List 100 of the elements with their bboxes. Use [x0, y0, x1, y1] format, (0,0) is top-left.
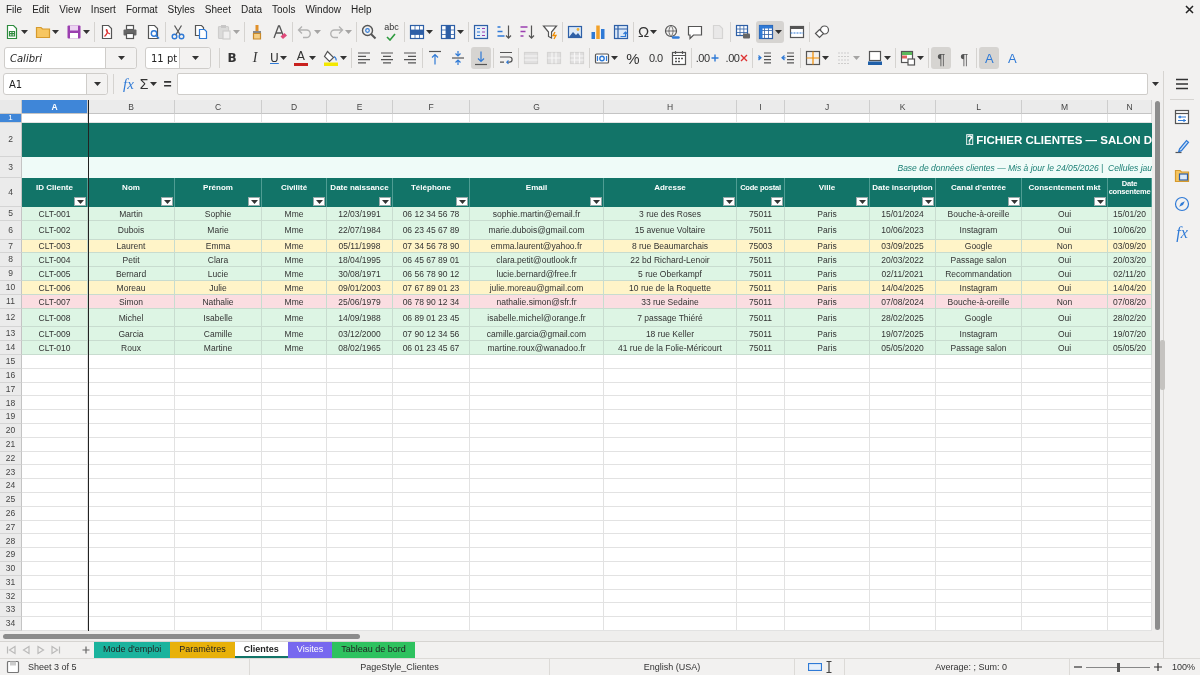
- menu-item[interactable]: Sheet: [199, 2, 236, 16]
- empty-cell[interactable]: [737, 492, 785, 507]
- empty-cell[interactable]: [470, 410, 604, 424]
- menu-item[interactable]: File: [1, 2, 28, 16]
- empty-cell[interactable]: [604, 561, 737, 576]
- font-color-button[interactable]: A: [291, 47, 318, 69]
- column-header[interactable]: C: [175, 100, 262, 114]
- right-to-left-button[interactable]: ¶: [954, 47, 975, 69]
- row-header[interactable]: 13: [0, 327, 22, 341]
- empty-cell[interactable]: [327, 451, 393, 466]
- row-header[interactable]: 23: [0, 465, 22, 480]
- empty-cell[interactable]: [785, 520, 870, 535]
- empty-cell[interactable]: [327, 479, 393, 493]
- filter-button[interactable]: [723, 197, 735, 206]
- column-header[interactable]: L: [936, 100, 1022, 114]
- empty-cell[interactable]: [870, 396, 936, 411]
- column-header[interactable]: G: [470, 100, 604, 114]
- row-header[interactable]: 19: [0, 410, 22, 424]
- empty-cell[interactable]: [870, 382, 936, 397]
- empty-cell[interactable]: [1022, 396, 1108, 411]
- empty-cell[interactable]: [604, 575, 737, 590]
- empty-cell[interactable]: [175, 465, 262, 480]
- empty-cell[interactable]: [262, 382, 327, 397]
- empty-cell[interactable]: [604, 506, 737, 521]
- formula-input[interactable]: [176, 73, 1148, 95]
- empty-cell[interactable]: [175, 479, 262, 493]
- empty-cell[interactable]: [470, 355, 604, 369]
- filter-button[interactable]: [922, 197, 934, 206]
- percent-format-button[interactable]: %: [622, 47, 643, 69]
- empty-cell[interactable]: [393, 396, 470, 411]
- menu-item[interactable]: Insert: [85, 2, 121, 16]
- empty-cell[interactable]: [470, 506, 604, 521]
- empty-cell[interactable]: [785, 506, 870, 521]
- empty-cell[interactable]: [737, 548, 785, 562]
- empty-cell[interactable]: [327, 617, 393, 631]
- empty-cell[interactable]: [175, 368, 262, 383]
- zoom-in-button[interactable]: [1154, 663, 1162, 671]
- empty-cell[interactable]: [604, 437, 737, 452]
- filter-button[interactable]: [771, 197, 783, 206]
- empty-cell[interactable]: [262, 451, 327, 466]
- empty-cell[interactable]: [936, 368, 1022, 383]
- empty-cell[interactable]: [327, 368, 393, 383]
- empty-cell[interactable]: [870, 575, 936, 590]
- empty-cell[interactable]: [737, 382, 785, 397]
- empty-cell[interactable]: [175, 520, 262, 535]
- empty-cell[interactable]: [175, 355, 262, 369]
- row-header[interactable]: 11: [0, 295, 22, 309]
- empty-cell[interactable]: [870, 506, 936, 521]
- empty-cell[interactable]: [470, 617, 604, 631]
- empty-cell[interactable]: [1022, 465, 1108, 480]
- empty-cell[interactable]: [262, 548, 327, 562]
- empty-cell[interactable]: [737, 410, 785, 424]
- empty-cell[interactable]: [262, 492, 327, 507]
- empty-cell[interactable]: [262, 575, 327, 590]
- formula-button[interactable]: =: [160, 73, 175, 95]
- row-header[interactable]: 2: [0, 123, 22, 157]
- empty-cell[interactable]: [1022, 603, 1108, 618]
- empty-cell[interactable]: [785, 382, 870, 397]
- row-header[interactable]: 8: [0, 253, 22, 267]
- empty-cell[interactable]: [936, 451, 1022, 466]
- empty-cell[interactable]: [604, 424, 737, 438]
- empty-cell[interactable]: [870, 561, 936, 576]
- empty-cell[interactable]: [1022, 368, 1108, 383]
- empty-cell[interactable]: [393, 479, 470, 493]
- column-header[interactable]: D: [262, 100, 327, 114]
- empty-cell[interactable]: [470, 548, 604, 562]
- filter-button[interactable]: [856, 197, 868, 206]
- empty-cell[interactable]: [175, 548, 262, 562]
- empty-cell[interactable]: [870, 451, 936, 466]
- empty-cell[interactable]: [870, 548, 936, 562]
- empty-cell[interactable]: [175, 561, 262, 576]
- function-wizard-button[interactable]: fx: [120, 73, 137, 95]
- empty-cell[interactable]: [470, 465, 604, 480]
- dropdown-button[interactable]: [86, 74, 107, 94]
- empty-cell[interactable]: [327, 603, 393, 618]
- empty-cell[interactable]: [1022, 382, 1108, 397]
- text-vertical-button[interactable]: A: [1002, 47, 1023, 69]
- font-name-box[interactable]: Calibri: [4, 47, 137, 69]
- empty-cell[interactable]: [737, 437, 785, 452]
- sidebar-collapse-handle[interactable]: [1160, 340, 1165, 390]
- column-header[interactable]: B: [88, 100, 175, 114]
- empty-cell[interactable]: [604, 617, 737, 631]
- menu-item[interactable]: Tools: [267, 2, 301, 16]
- empty-cell[interactable]: [1022, 479, 1108, 493]
- empty-cell[interactable]: [737, 368, 785, 383]
- filter-button[interactable]: [456, 197, 468, 206]
- empty-cell[interactable]: [604, 589, 737, 604]
- empty-cell[interactable]: [470, 479, 604, 493]
- empty-cell[interactable]: [175, 451, 262, 466]
- column-header[interactable]: J: [785, 100, 870, 114]
- empty-cell[interactable]: [1022, 575, 1108, 590]
- empty-cell[interactable]: [737, 589, 785, 604]
- spelling-button[interactable]: abc: [382, 20, 402, 43]
- row-header[interactable]: 9: [0, 267, 22, 281]
- empty-cell[interactable]: [870, 520, 936, 535]
- empty-cell[interactable]: [604, 534, 737, 549]
- empty-cell[interactable]: [737, 396, 785, 411]
- empty-cell[interactable]: [393, 617, 470, 631]
- empty-cell[interactable]: [785, 424, 870, 438]
- empty-cell[interactable]: [327, 575, 393, 590]
